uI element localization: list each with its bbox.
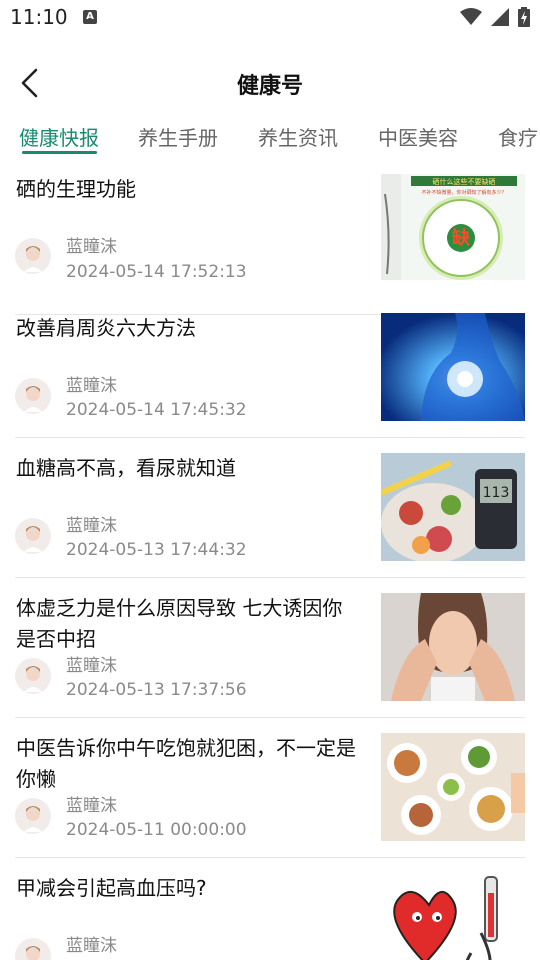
article-title: 甲减会引起高血压吗? bbox=[16, 876, 207, 900]
article-item[interactable]: 改善肩周炎六大方法 蓝瞳沫 2024-05-14 17:45:32 bbox=[15, 297, 525, 438]
article-thumbnail bbox=[381, 593, 525, 701]
article-title: 改善肩周炎六大方法 bbox=[16, 316, 196, 340]
article-title: 中医告诉你中午吃饱就犯困，不一定是你懒 bbox=[16, 736, 356, 791]
battery-icon bbox=[518, 6, 530, 27]
wifi-icon bbox=[459, 7, 482, 25]
publish-date: 2024-05-13 17:37:56 bbox=[66, 680, 247, 700]
author-name: 蓝瞳沫 bbox=[66, 796, 117, 816]
article-list[interactable]: 硒的生理功能 蓝瞳沫 2024-05-14 17:52:13 硒什么这些不要缺硒… bbox=[0, 170, 540, 960]
article-item[interactable]: 血糖高不高，看尿就知道 蓝瞳沫 2024-05-13 17:44:32 113 bbox=[15, 437, 525, 578]
article-thumbnail bbox=[381, 733, 525, 841]
tab-tcm-beauty[interactable]: 中医美容 bbox=[378, 122, 458, 151]
category-tabs: 健康快报 养生手册 养生资讯 中医美容 食疗 bbox=[0, 116, 540, 160]
notification-badge-icon: A bbox=[83, 10, 97, 24]
article-thumbnail bbox=[381, 873, 525, 960]
author-name: 蓝瞳沫 bbox=[66, 656, 117, 676]
article-thumbnail bbox=[381, 313, 525, 421]
active-tab-indicator bbox=[22, 151, 97, 154]
author-avatar bbox=[15, 658, 51, 694]
publish-date: 2024-05-14 17:45:32 bbox=[66, 400, 247, 420]
status-icons bbox=[456, 6, 530, 27]
tab-health-news[interactable]: 健康快报 bbox=[19, 122, 99, 151]
status-time: 11:10 bbox=[10, 5, 68, 29]
tab-diet-therapy[interactable]: 食疗 bbox=[498, 122, 538, 151]
author-name: 蓝瞳沫 bbox=[66, 936, 117, 956]
thumb-meter-reading: 113 bbox=[483, 485, 510, 501]
page-title: 健康号 bbox=[236, 74, 303, 99]
author-name: 蓝瞳沫 bbox=[66, 376, 117, 396]
signal-icon bbox=[490, 7, 509, 26]
author-avatar bbox=[15, 518, 51, 554]
author-avatar bbox=[15, 378, 51, 414]
article-thumbnail: 硒什么这些不要缺硒 不补不缺微量，你对硒知了解有多少？ 缺 bbox=[381, 174, 525, 280]
article-title: 体虚乏力是什么原因导致 七大诱因你是否中招 bbox=[16, 596, 343, 651]
publish-date: 2024-05-11 00:00:00 bbox=[66, 820, 247, 840]
article-item[interactable]: 硒的生理功能 蓝瞳沫 2024-05-14 17:52:13 硒什么这些不要缺硒… bbox=[15, 174, 525, 315]
publish-date: 2024-05-13 17:44:32 bbox=[66, 540, 247, 560]
article-item[interactable]: 中医告诉你中午吃饱就犯困，不一定是你懒 蓝瞳沫 2024-05-11 00:00… bbox=[15, 717, 525, 858]
tab-wellness-info[interactable]: 养生资讯 bbox=[258, 122, 338, 151]
author-avatar bbox=[15, 238, 51, 274]
publish-date: 2024-05-14 17:52:13 bbox=[66, 262, 247, 282]
thumb-center-label: 缺 bbox=[451, 227, 471, 249]
article-thumbnail: 113 bbox=[381, 453, 525, 561]
thumb-header: 硒什么这些不要缺硒 bbox=[433, 177, 496, 186]
tab-wellness-handbook[interactable]: 养生手册 bbox=[138, 122, 218, 151]
article-item[interactable]: 甲减会引起高血压吗? 蓝瞳沫 bbox=[15, 857, 525, 960]
author-avatar bbox=[15, 938, 51, 960]
author-avatar bbox=[15, 798, 51, 834]
article-title: 血糖高不高，看尿就知道 bbox=[16, 456, 236, 480]
article-title: 硒的生理功能 bbox=[16, 177, 136, 201]
status-bar: 11:10 A bbox=[0, 0, 540, 36]
top-app-bar: 健康号 bbox=[0, 58, 540, 108]
thumb-subheader: 不补不缺微量，你对硒知了解有多少？ bbox=[421, 189, 506, 196]
author-name: 蓝瞳沫 bbox=[66, 516, 117, 536]
article-item[interactable]: 体虚乏力是什么原因导致 七大诱因你是否中招 蓝瞳沫 2024-05-13 17:… bbox=[15, 577, 525, 718]
author-name: 蓝瞳沫 bbox=[66, 237, 117, 257]
